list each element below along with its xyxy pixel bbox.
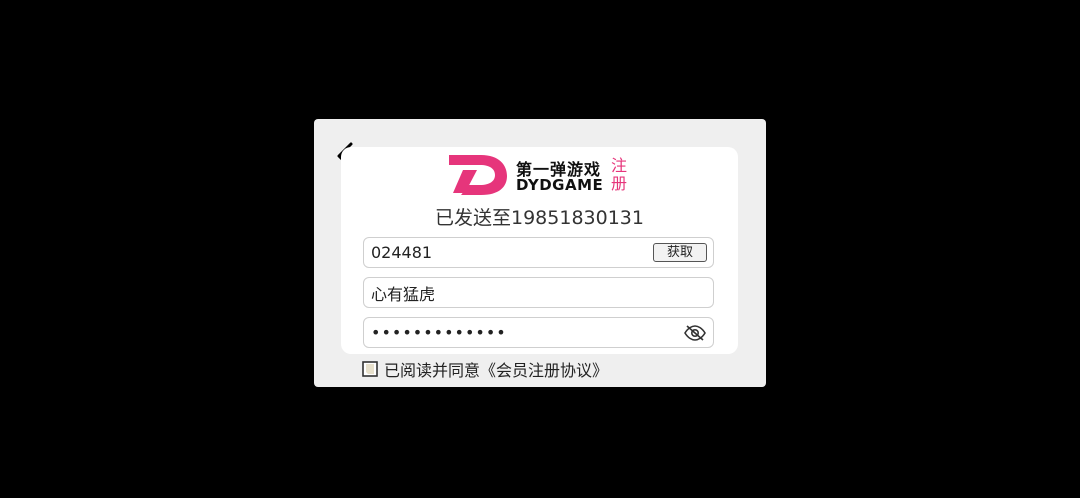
password-input[interactable] [371, 318, 671, 347]
dydgame-logo-mark-icon [449, 155, 507, 195]
member-agreement-link[interactable]: 《会员注册协议》 [480, 357, 608, 381]
agreement-prefix: 已阅读并同意 [384, 361, 481, 380]
password-visibility-toggle[interactable] [683, 323, 707, 343]
nickname-input[interactable] [371, 278, 701, 307]
password-field [363, 317, 714, 348]
logo-english-name: DYDGAME [516, 176, 604, 194]
register-card: 第一弹游戏 DYDGAME 注册 已发送至19851830131 获取 [341, 147, 738, 354]
agreement-row: 已阅读并同意 《会员注册协议》 [362, 357, 608, 381]
verification-code-field: 获取 [363, 237, 714, 268]
get-code-button[interactable]: 获取 [653, 243, 707, 262]
checkbox-icon[interactable] [362, 361, 378, 377]
register-dialog: 第一弹游戏 DYDGAME 注册 已发送至19851830131 获取 [314, 119, 766, 387]
logo-register-label: 注册 [611, 156, 628, 193]
dydgame-logo: 第一弹游戏 DYDGAME 注册 [447, 153, 637, 197]
nickname-field [363, 277, 714, 308]
eye-slash-icon [684, 325, 706, 341]
verification-code-input[interactable] [371, 238, 641, 267]
code-sent-message: 已发送至19851830131 [435, 207, 644, 229]
